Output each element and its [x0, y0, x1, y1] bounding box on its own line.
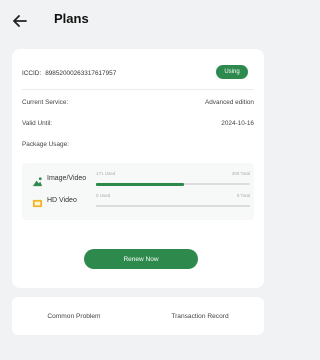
current-service-label: Current Service: — [22, 99, 69, 106]
valid-until-row: Valid Until: 2024-10-16 — [22, 120, 254, 132]
image-icon — [32, 177, 43, 187]
divider — [22, 89, 254, 90]
renew-now-button[interactable]: Renew Now — [84, 249, 198, 269]
valid-until-label: Valid Until: — [22, 120, 53, 127]
bottom-links: Common Problem Transaction Record — [12, 297, 264, 335]
usage-total: 0 Total — [236, 193, 250, 198]
transaction-record-link[interactable]: Transaction Record — [163, 307, 236, 326]
iccid-value: 89852000263317617957 — [45, 69, 117, 77]
iccid-row: ICCID: 89852000263317617957 Using — [22, 65, 254, 81]
arrow-left-icon — [13, 15, 27, 27]
usage-progress-track — [96, 182, 250, 186]
usage-row-hd-video: HD Video 0 Used 0 Total — [30, 193, 250, 213]
usage-label: HD Video — [47, 197, 77, 204]
common-problem-link[interactable]: Common Problem — [39, 307, 108, 326]
valid-until-value: 2024-10-16 — [221, 120, 254, 127]
usage-progress-track — [96, 205, 250, 207]
header: Plans — [0, 0, 276, 44]
package-usage-row: Package Usage: — [22, 141, 254, 153]
current-service-row: Current Service: Advanced edition — [22, 99, 254, 111]
iccid-label: ICCID: — [22, 69, 42, 77]
usage-used: 0 Used — [96, 193, 111, 198]
usage-box: Image/Video 171 Used 300 Total HD Video … — [22, 163, 254, 220]
usage-progress-fill — [96, 182, 184, 186]
usage-used: 171 Used — [96, 171, 116, 176]
package-usage-label: Package Usage: — [22, 141, 69, 148]
usage-label: Image/Video — [47, 175, 87, 182]
hd-video-icon — [32, 199, 43, 208]
usage-row-image-video: Image/Video 171 Used 300 Total — [30, 171, 250, 191]
back-arrow-icon[interactable] — [9, 10, 31, 32]
current-service-value: Advanced edition — [204, 99, 254, 106]
usage-total: 300 Total — [231, 171, 250, 176]
status-badge: Using — [216, 65, 248, 79]
page-title: Plans — [54, 11, 89, 26]
plan-card: ICCID: 89852000263317617957 Using Curren… — [12, 49, 264, 288]
